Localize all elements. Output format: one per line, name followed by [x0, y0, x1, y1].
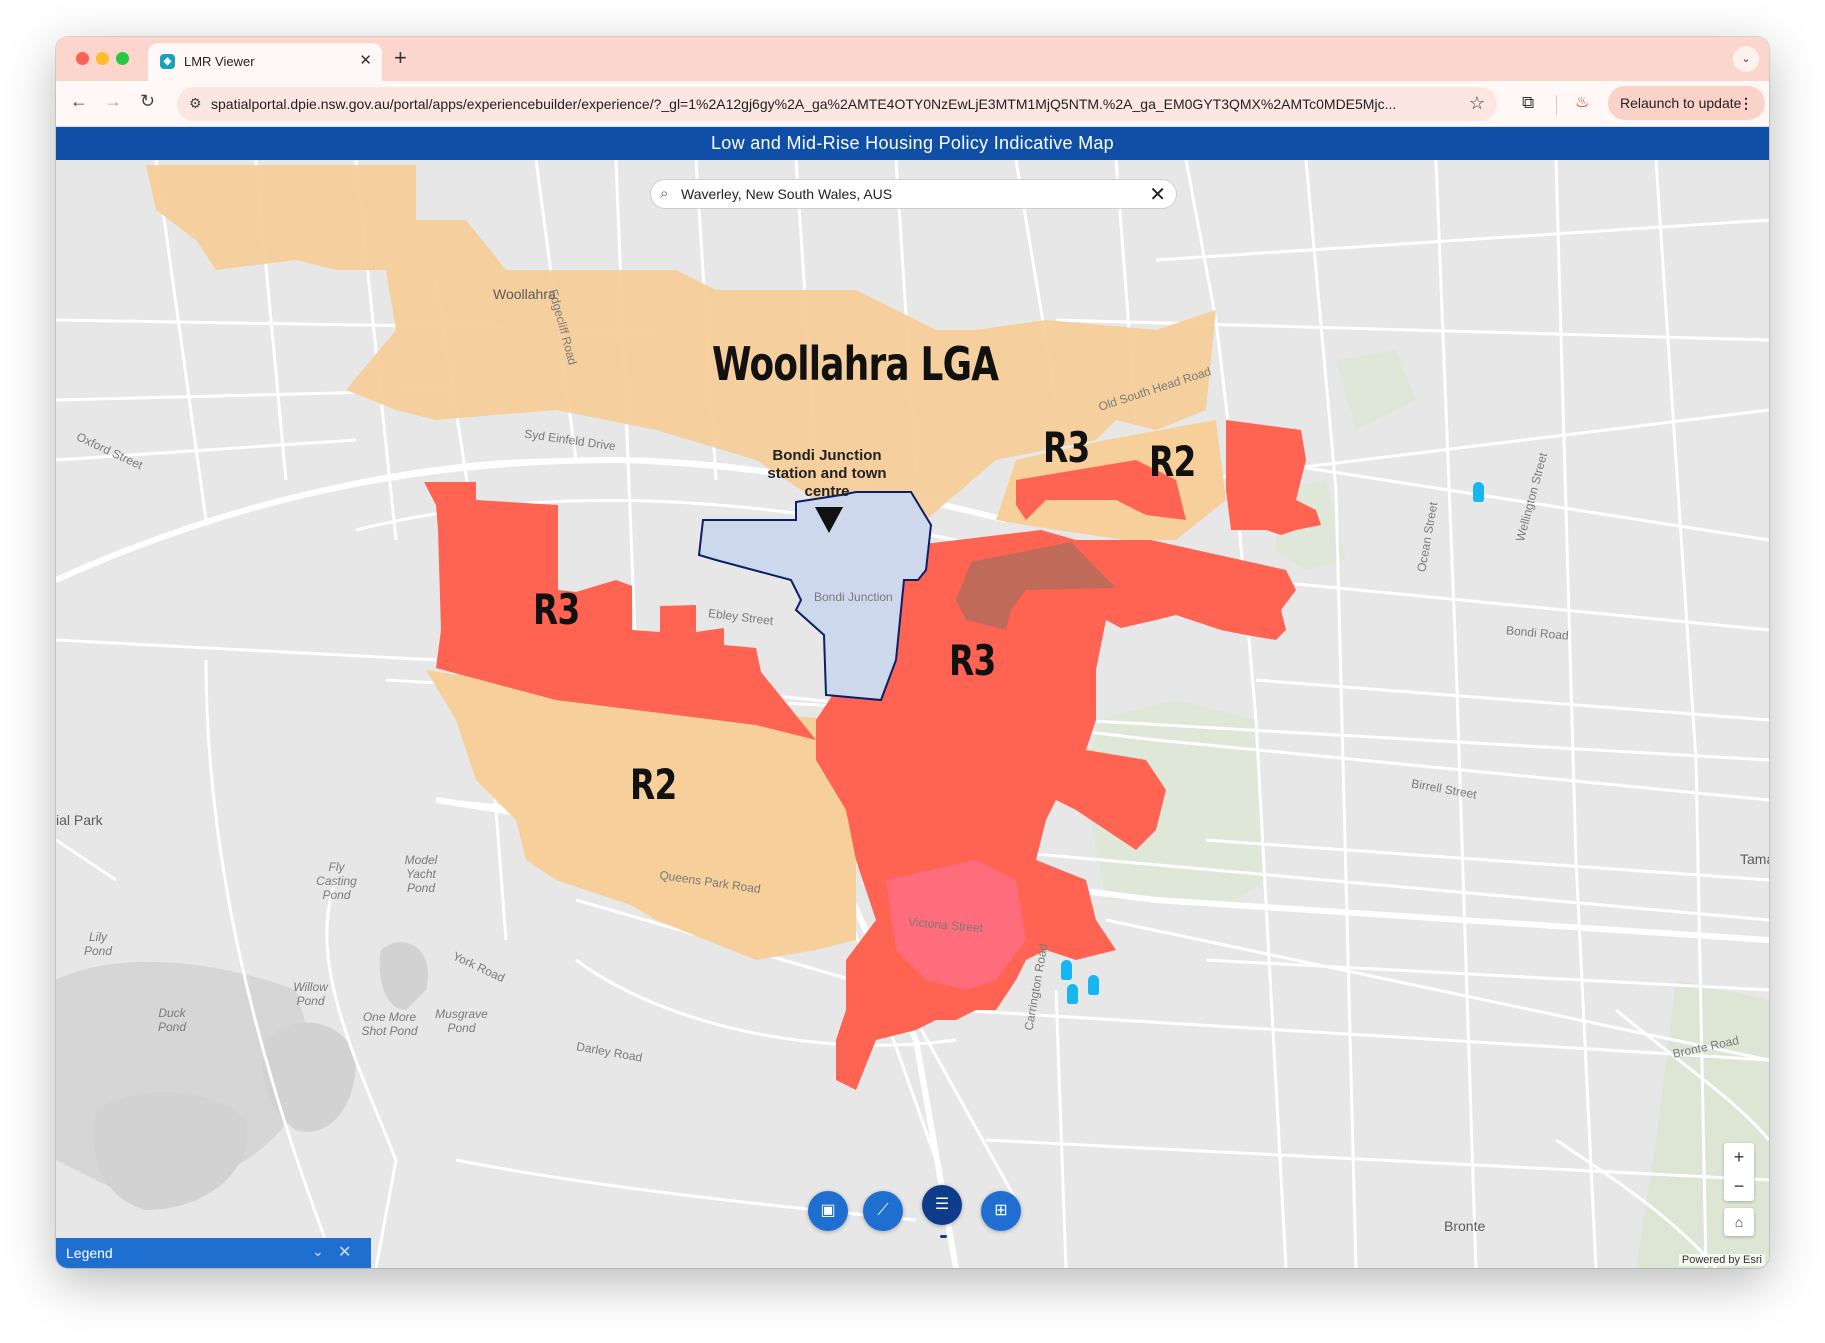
pond-label: Lily Pond: [83, 930, 113, 958]
pond-label: One More Shot Pond: [361, 1010, 418, 1038]
search-input[interactable]: [681, 186, 1121, 202]
pond-label: Fly Casting Pond: [316, 860, 357, 902]
park-label: ial Park: [56, 812, 103, 828]
lga-label: Woollahra LGA: [712, 337, 999, 391]
r3-zone-north-east: [1226, 420, 1321, 535]
back-icon[interactable]: ←: [70, 91, 88, 112]
zone-label-r2: R2: [1149, 437, 1196, 486]
browser-toolbar: ← → ↻ ⚙ spatialportal.dpie.nsw.gov.au/po…: [56, 81, 1769, 127]
browser-window: ◈ LMR Viewer ✕ + ⌄ ← → ↻ ⚙ spatialportal…: [56, 37, 1769, 1268]
suburb-label: Tama: [1740, 851, 1769, 867]
map-marker-icon[interactable]: [1067, 984, 1078, 1004]
map-marker-icon[interactable]: [1473, 482, 1484, 502]
map-view[interactable]: Woollahra Bondi Junction ial Park Tama F…: [56, 160, 1769, 1268]
zone-label-r3: R3: [1043, 423, 1090, 472]
minimize-window-button[interactable]: [96, 52, 109, 65]
tab-close-icon[interactable]: ✕: [359, 51, 372, 69]
duck-pond: [93, 1091, 248, 1210]
suburb-label: Bondi Junction: [814, 590, 893, 604]
browser-tab[interactable]: ◈ LMR Viewer ✕: [148, 43, 382, 81]
zoom-control: + −: [1724, 1143, 1754, 1201]
app-title: Low and Mid-Rise Housing Policy Indicati…: [56, 127, 1769, 160]
extensions-icon[interactable]: ⧉: [1522, 93, 1534, 113]
model-yacht-pond: [379, 942, 428, 1010]
station-annotation: Bondi Junction station and town centre: [767, 447, 887, 500]
legend-panel[interactable]: Legend ⌄ ✕: [56, 1238, 371, 1268]
zone-label-r2: R2: [630, 760, 677, 809]
toolbar-divider: [1556, 95, 1557, 115]
close-window-button[interactable]: [76, 52, 89, 65]
basemap-gallery-icon[interactable]: ⊞: [981, 1191, 1021, 1231]
maximize-window-button[interactable]: [116, 52, 129, 65]
tab-strip: ◈ LMR Viewer ✕ + ⌄: [56, 37, 1769, 81]
relaunch-button[interactable]: Relaunch to update ⋮: [1608, 86, 1765, 120]
zoom-out-button[interactable]: −: [1724, 1172, 1754, 1201]
tab-search-button[interactable]: ⌄: [1733, 46, 1759, 72]
home-icon[interactable]: ⌂: [1724, 1208, 1754, 1236]
pond-label: Musgrave Pond: [435, 1007, 488, 1035]
bookmark-star-icon[interactable]: ☆: [1469, 93, 1485, 114]
zoom-in-button[interactable]: +: [1724, 1143, 1754, 1172]
tab-title: LMR Viewer: [184, 54, 255, 69]
close-icon[interactable]: ✕: [338, 1242, 351, 1262]
url-text[interactable]: spatialportal.dpie.nsw.gov.au/portal/app…: [211, 96, 1451, 112]
park-area-ne: [1336, 350, 1416, 430]
zone-label-r3: R3: [533, 585, 580, 634]
bookmark-icon[interactable]: ▣: [808, 1191, 848, 1231]
pond-label: Model Yacht Pond: [404, 853, 438, 895]
pond-label: Duck Pond: [157, 1006, 187, 1034]
active-tool-indicator: [940, 1235, 947, 1238]
site-info-icon[interactable]: ⚙: [189, 95, 202, 112]
clear-search-icon[interactable]: ✕: [1149, 182, 1166, 207]
new-tab-button[interactable]: +: [394, 45, 407, 71]
relaunch-label: Relaunch to update: [1620, 95, 1742, 111]
location-search[interactable]: ⌕ ✕: [650, 179, 1177, 209]
esri-attribution[interactable]: Powered by Esri: [1678, 1254, 1765, 1266]
collapse-chevron-icon[interactable]: ⌄: [312, 1243, 324, 1260]
layer-list-icon[interactable]: ☰: [922, 1185, 962, 1225]
zone-label-r3: R3: [949, 636, 996, 685]
address-bar[interactable]: ⚙ spatialportal.dpie.nsw.gov.au/portal/a…: [177, 87, 1497, 121]
map-marker-icon[interactable]: [1061, 960, 1072, 980]
pond-label: Willow Pond: [293, 980, 328, 1008]
map-canvas: [56, 160, 1769, 1268]
forward-icon[interactable]: →: [104, 91, 122, 112]
suburb-label: Bronte: [1444, 1218, 1486, 1234]
more-menu-icon: ⋮: [1739, 95, 1753, 111]
profile-icon[interactable]: ♨: [1575, 92, 1589, 112]
map-marker-icon[interactable]: [1088, 975, 1099, 995]
reload-icon[interactable]: ↻: [140, 91, 155, 112]
station-arrow-icon: [815, 507, 843, 533]
measure-icon[interactable]: ⟋: [863, 1191, 903, 1231]
app-favicon-icon: ◈: [160, 54, 175, 69]
search-icon: ⌕: [660, 185, 669, 202]
legend-title: Legend: [66, 1245, 113, 1261]
